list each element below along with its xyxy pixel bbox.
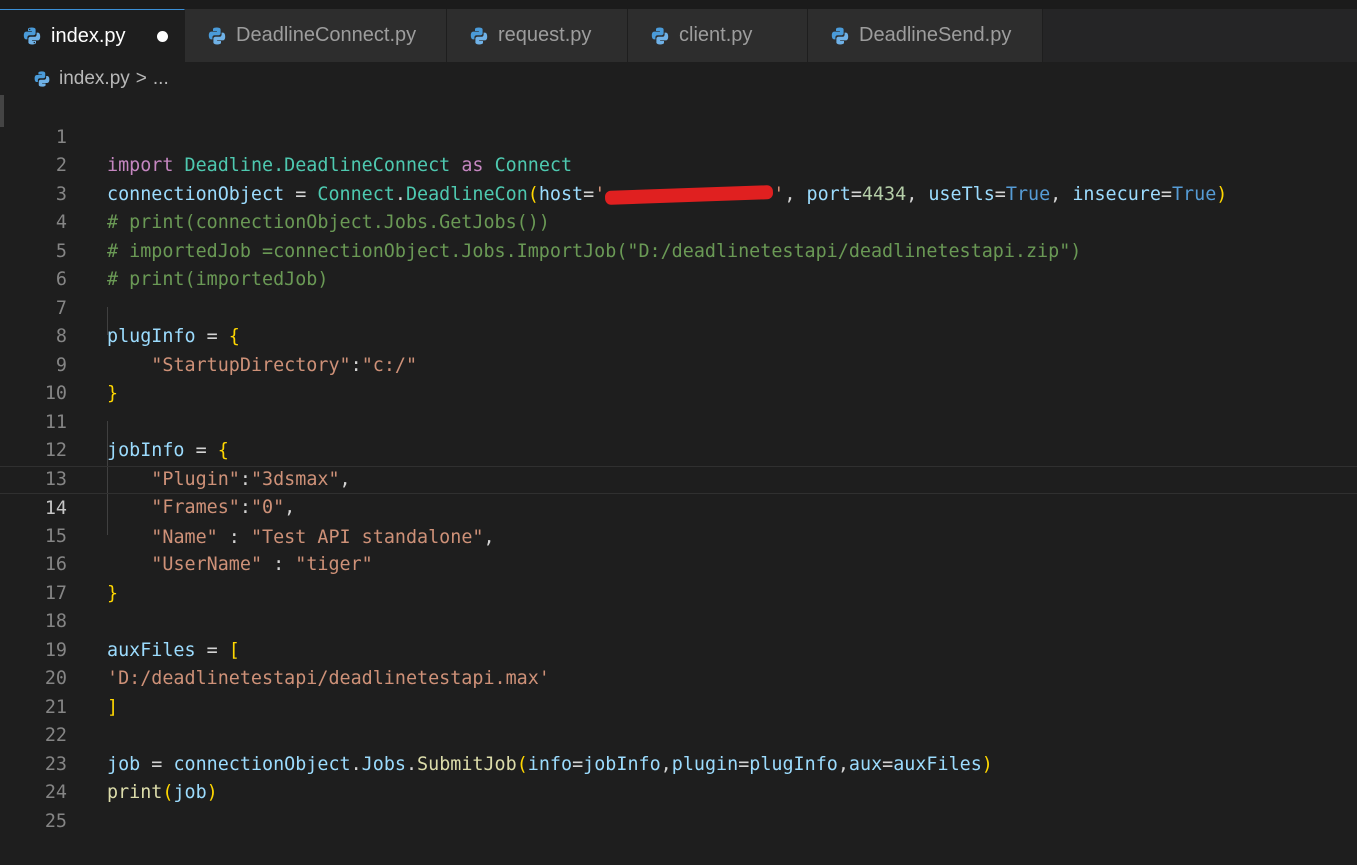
chevron-right-icon: > — [135, 68, 147, 89]
code-line: 12 "Plugin":"3dsmax", — [0, 409, 1357, 490]
line-number: 25 — [44, 810, 67, 832]
breadcrumb-more[interactable]: ... — [153, 68, 169, 90]
breadcrumb-file[interactable]: index.py — [59, 68, 130, 90]
breadcrumb: index.py > ... — [0, 62, 1357, 96]
code-line: 5 # print(importedJob) — [0, 209, 1357, 291]
code-line: 6 — [0, 238, 1357, 290]
code-line: 23 print(job) — [0, 722, 1357, 804]
tab-deadlineconnect-py[interactable]: DeadlineConnect.py — [185, 9, 447, 62]
code-line: 13 "Frames":"0", — [0, 437, 1357, 519]
code-line: 10 — [0, 352, 1357, 404]
python-icon — [208, 27, 226, 44]
code-line: 22 job = connectionObject.Jobs.SubmitJob… — [0, 694, 1357, 775]
code-editor[interactable]: 1 import Deadline.DeadlineConnect as Con… — [0, 95, 1357, 832]
tab-label: DeadlineConnect.py — [236, 24, 417, 46]
tab-index-py[interactable]: index.py — [0, 9, 185, 62]
code-line: 16 } — [0, 523, 1357, 604]
code-line: 20 ] — [0, 637, 1357, 718]
code-line: 3 # print(connectionObject.Jobs.GetJobs(… — [0, 152, 1357, 234]
code-line: 7 plugInfo = { — [0, 266, 1357, 348]
code-line: 15 "UserName" : "tiger" — [0, 494, 1357, 576]
code-line: 9 } — [0, 323, 1357, 405]
code-line: 19 'D:/deadlinetestapi/deadlinetestapi.m… — [0, 608, 1357, 690]
tab-bar: index.py DeadlineConnect.py request.py c… — [0, 0, 1357, 62]
tab-client-py[interactable]: client.py — [628, 9, 808, 62]
tab-request-py[interactable]: request.py — [447, 9, 628, 62]
code-line: 1 import Deadline.DeadlineConnect as Con… — [0, 95, 1357, 177]
python-icon — [831, 27, 849, 44]
code-line: 2 connectionObject = Connect.DeadlineCon… — [0, 124, 1357, 205]
code-line: 18 auxFiles = [ — [0, 580, 1357, 661]
unsaved-dot-icon[interactable] — [157, 31, 168, 42]
python-icon — [34, 71, 50, 87]
code-line: 4 # importedJob =connectionObject.Jobs.I… — [0, 181, 1357, 262]
python-icon — [23, 27, 41, 45]
tab-label: index.py — [51, 24, 126, 47]
code-line: 24 — [0, 751, 1357, 803]
tab-deadlinesend-py[interactable]: DeadlineSend.py — [808, 9, 1043, 62]
code-line: 17 — [0, 551, 1357, 604]
current-code-line: 14 "Name" : "Test API standalone", — [0, 465, 1357, 548]
code-line: 8 "StartupDirectory":"c:/" — [0, 295, 1357, 376]
tab-label: DeadlineSend.py — [859, 24, 1012, 46]
python-icon — [651, 27, 669, 44]
python-icon — [470, 27, 488, 44]
tab-label: request.py — [498, 24, 592, 46]
code-line: 11 jobInfo = { — [0, 380, 1357, 462]
tab-label: client.py — [679, 24, 753, 46]
code-line: 21 — [0, 665, 1357, 718]
code-line: 25 — [0, 779, 1357, 832]
